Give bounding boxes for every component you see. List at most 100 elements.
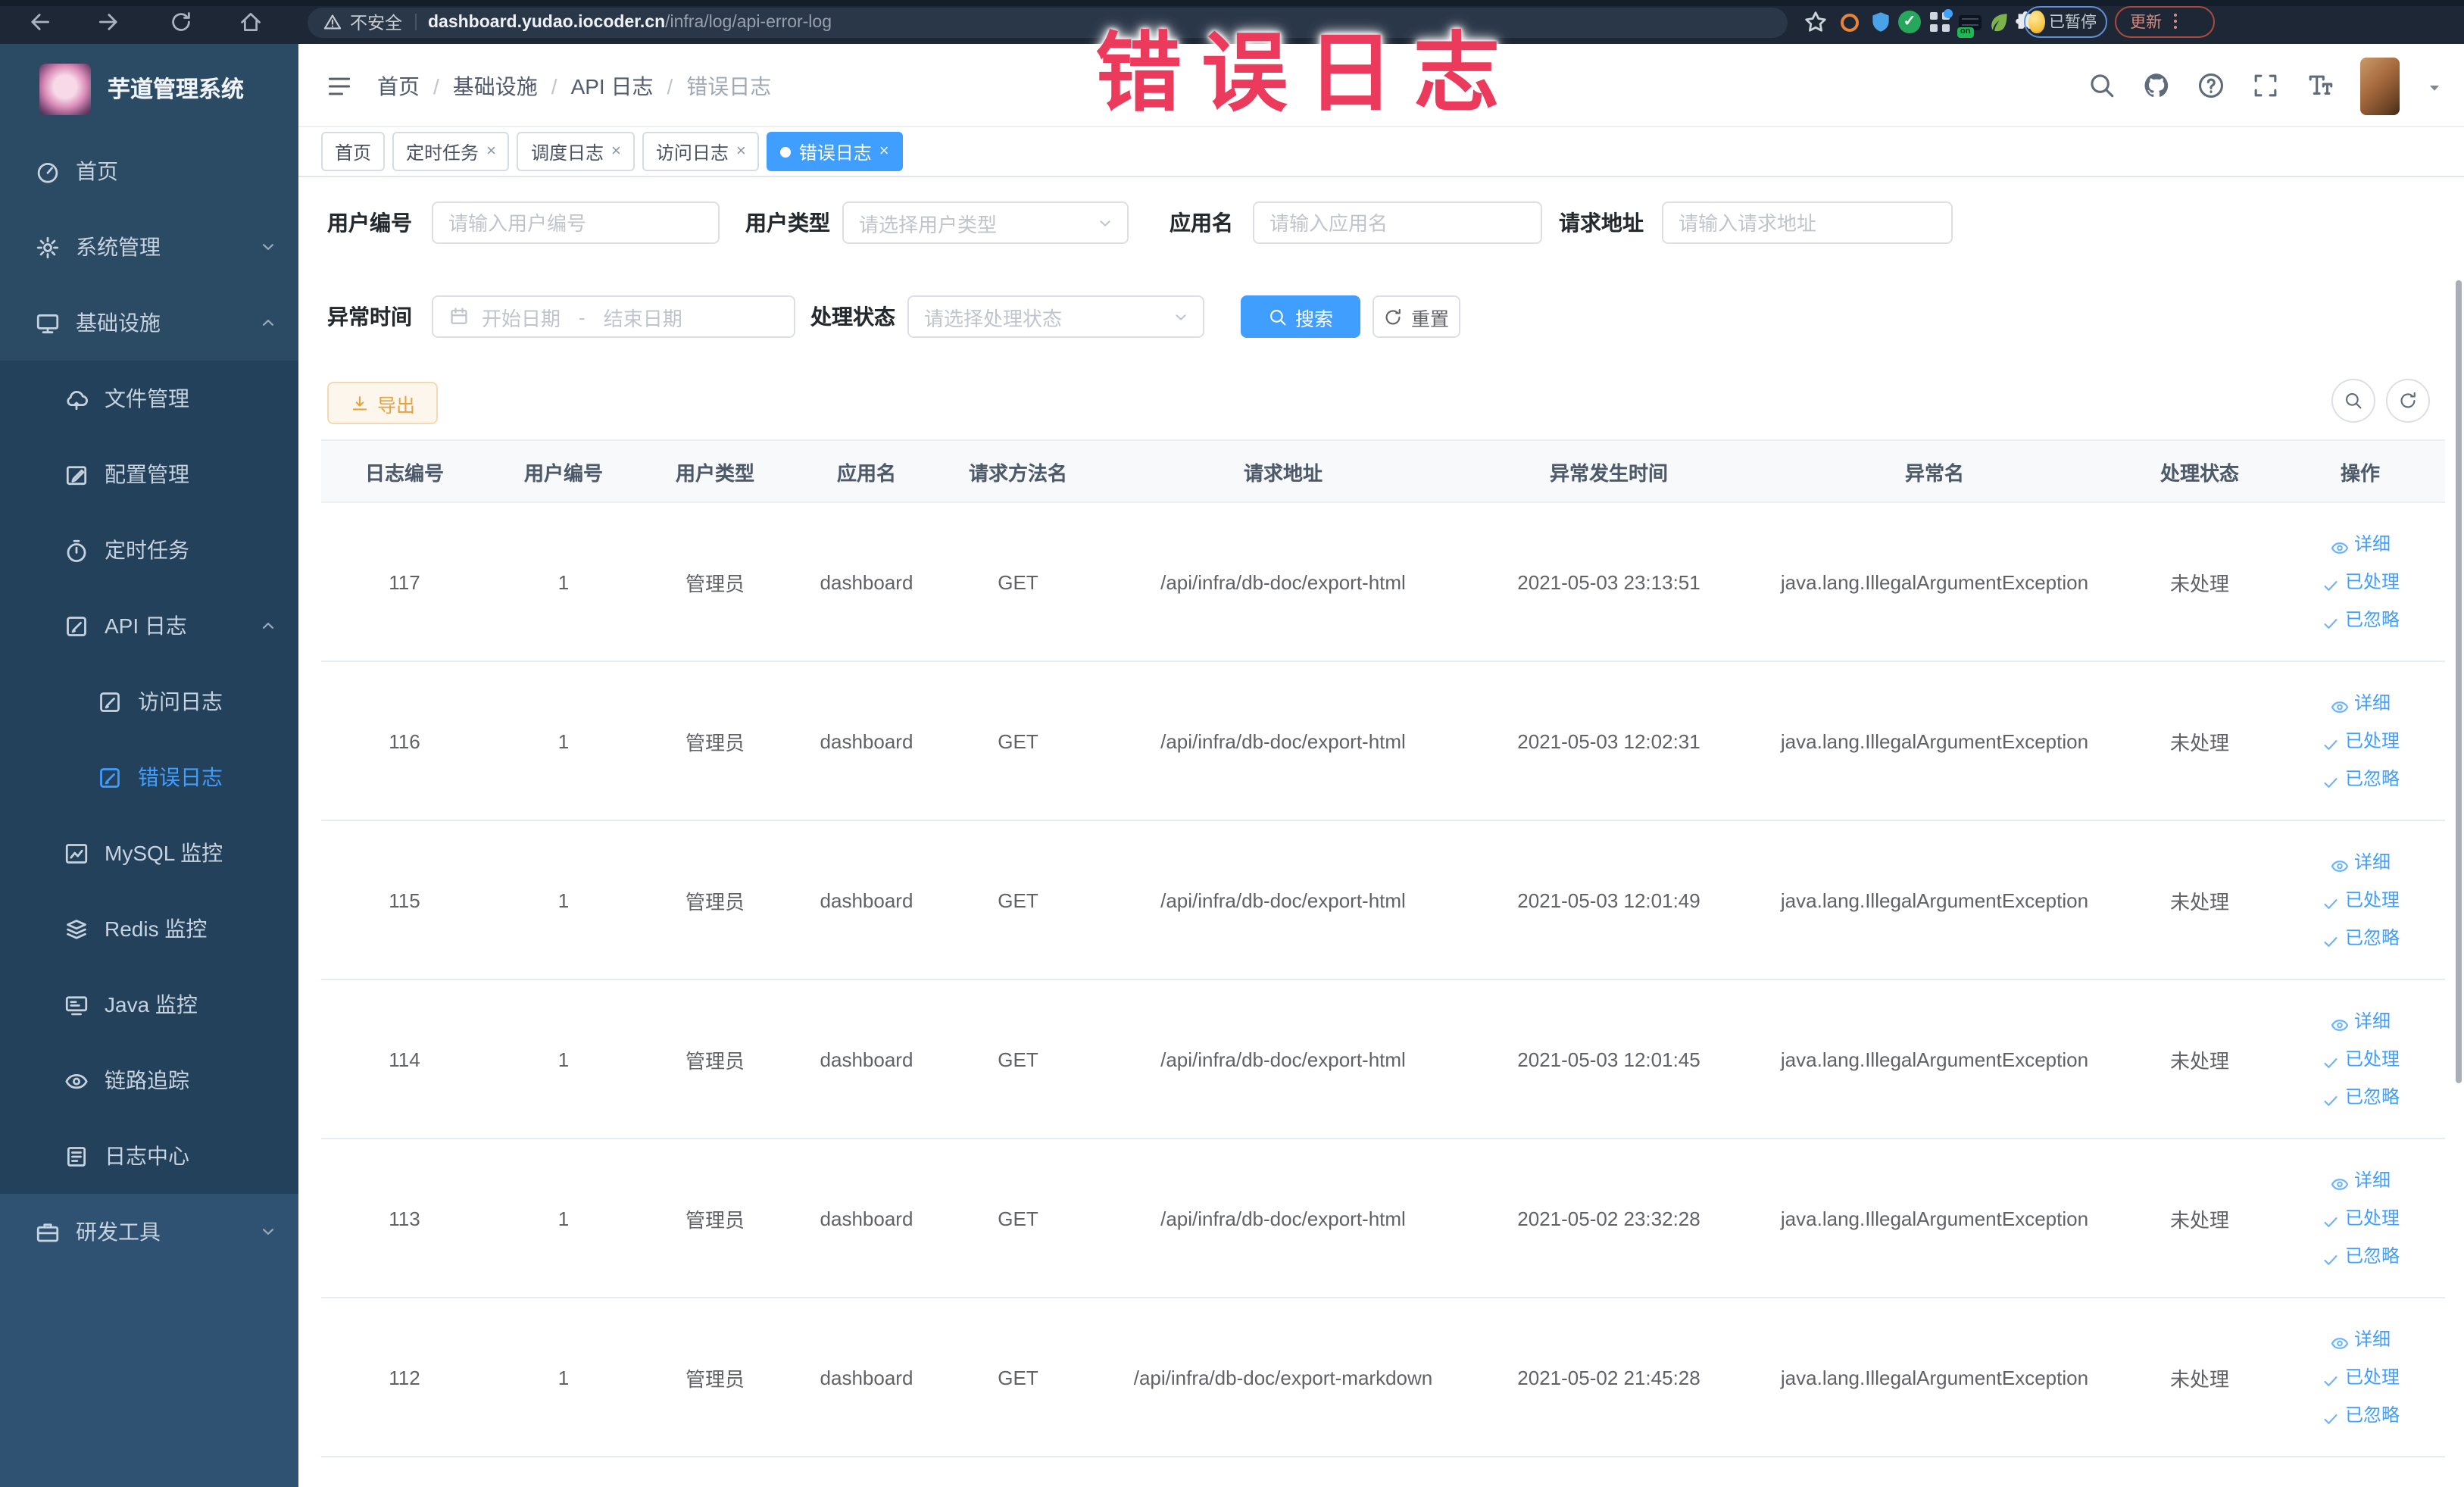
app-logo-row[interactable]: 芋道管理系统 <box>0 44 298 133</box>
table-row-114: 114 1 管理员 dashboard GET/api/infra/db-doc/exp… <box>321 980 2445 1139</box>
shield-extension-icon[interactable] <box>1868 9 1894 35</box>
action-2-link[interactable]: 已忽略 <box>2321 762 2400 795</box>
action-0-link[interactable]: 详细 <box>2330 1004 2391 1038</box>
doc-icon <box>64 613 89 639</box>
check-icon <box>2321 1087 2341 1107</box>
action-0-link[interactable]: 详细 <box>2330 1164 2391 1197</box>
sidebar-item-3[interactable]: 文件管理 <box>0 361 298 436</box>
user-type-select[interactable]: 请选择用户类型 <box>842 201 1129 244</box>
orange-extension-icon[interactable] <box>1836 9 1862 35</box>
tab-3[interactable]: 访问日志 × <box>642 132 760 171</box>
sidebar-item-14[interactable]: 研发工具 <box>0 1194 298 1270</box>
sidebar-item-8[interactable]: 错误日志 <box>0 739 298 815</box>
sidebar-item-1[interactable]: 系统管理 <box>0 209 298 285</box>
cell-actions: 详细 已处理 已忽略 <box>2275 821 2445 979</box>
help-icon[interactable] <box>2196 71 2225 100</box>
github-icon[interactable] <box>2141 71 2170 100</box>
cell-actions: 详细 已处理 已忽略 <box>2275 980 2445 1138</box>
sidebar: 芋道管理系统 首页 系统管理 基础设施 文件管理 配置管理 定时任务 API 日志 访问日志… <box>0 44 298 1487</box>
tab-label: 首页 <box>335 142 372 163</box>
action-1-link[interactable]: 已处理 <box>2321 724 2400 758</box>
bookmark-star-icon[interactable] <box>1803 9 1828 35</box>
tab-2[interactable]: 调度日志 × <box>517 132 635 171</box>
action-1-link[interactable]: 已处理 <box>2321 1201 2400 1235</box>
tab-4[interactable]: 错误日志 × <box>767 132 903 171</box>
action-0-link[interactable]: 详细 <box>2330 527 2391 561</box>
action-label: 已处理 <box>2344 1367 2400 1388</box>
close-icon[interactable]: × <box>611 142 621 161</box>
leaf-extension-icon[interactable] <box>1986 9 2012 35</box>
browser-update-button[interactable]: 更新 <box>2115 5 2215 37</box>
tab-1[interactable]: 定时任务 × <box>392 132 510 171</box>
action-0-link[interactable]: 详细 <box>2330 845 2391 879</box>
breadcrumb-separator: / <box>551 73 557 98</box>
sidebar-item-10[interactable]: Redis 监控 <box>0 891 298 967</box>
user-id-input[interactable] <box>432 201 720 244</box>
font-size-icon[interactable] <box>2305 71 2334 100</box>
breadcrumb-item-0[interactable]: 首页 <box>377 70 420 101</box>
user-avatar[interactable] <box>2359 57 2399 114</box>
green-check-extension-icon[interactable]: ✓ <box>1897 9 1922 35</box>
app-name-input[interactable] <box>1253 201 1542 244</box>
sidebar-item-11[interactable]: Java 监控 <box>0 967 298 1042</box>
reset-button[interactable]: 重置 <box>1373 295 1460 338</box>
request-url-input[interactable] <box>1662 201 1953 244</box>
cell-time: 2021-05-02 21:45:28 <box>1517 1366 1700 1389</box>
search-button[interactable]: 搜索 <box>1241 295 1360 338</box>
action-2-link[interactable]: 已忽略 <box>2321 1239 2400 1273</box>
sidebar-item-0[interactable]: 首页 <box>0 133 298 209</box>
sidebar-item-6[interactable]: API 日志 <box>0 588 298 664</box>
export-button[interactable]: 导出 <box>327 382 438 424</box>
exception-time-label: 异常时间 <box>327 305 412 329</box>
action-1-link[interactable]: 已处理 <box>2321 883 2400 917</box>
chevron-up-icon <box>258 312 279 333</box>
home-icon[interactable] <box>238 9 264 35</box>
process-status-select[interactable]: 请选择处理状态 <box>907 295 1204 338</box>
close-icon[interactable]: × <box>486 142 496 161</box>
close-icon[interactable]: × <box>736 142 746 161</box>
on-toggle-extension-icon[interactable]: on <box>1957 9 1983 37</box>
chevron-down-icon[interactable] <box>2425 77 2443 95</box>
sidebar-item-4[interactable]: 配置管理 <box>0 436 298 512</box>
action-label: 已忽略 <box>2344 768 2400 789</box>
action-2-link[interactable]: 已忽略 <box>2321 1398 2400 1432</box>
sidebar-item-label: MySQL 监控 <box>105 841 223 865</box>
cell-user_id: 1 <box>557 1366 570 1389</box>
browser-menu-icon[interactable] <box>2165 11 2186 32</box>
sidebar-item-label: Java 监控 <box>105 992 198 1017</box>
toggle-search-button[interactable] <box>2331 379 2375 423</box>
page-scrollbar[interactable] <box>2455 280 2461 1083</box>
action-0-link[interactable]: 详细 <box>2330 1323 2391 1356</box>
search-icon[interactable] <box>2087 71 2116 100</box>
action-2-link[interactable]: 已忽略 <box>2321 921 2400 954</box>
profile-paused-badge[interactable]: 已暂停 <box>2024 5 2107 37</box>
action-2-link[interactable]: 已忽略 <box>2321 1080 2400 1114</box>
close-icon[interactable]: × <box>879 142 889 161</box>
cell-exception: java.lang.IllegalArgumentException <box>1780 1048 2089 1070</box>
cell-url: /api/infra/db-doc/export-html <box>1160 570 1406 593</box>
action-1-link[interactable]: 已处理 <box>2321 1360 2400 1394</box>
address-bar[interactable]: 不安全 dashboard.yudao.iocoder.cn/infra/log… <box>308 7 1788 37</box>
action-0-link[interactable]: 详细 <box>2330 686 2391 720</box>
sidebar-item-13[interactable]: 日志中心 <box>0 1118 298 1194</box>
sidebar-item-2[interactable]: 基础设施 <box>0 285 298 361</box>
hamburger-icon[interactable] <box>326 73 353 100</box>
grid-extension-icon[interactable] <box>1927 9 1953 35</box>
sidebar-item-12[interactable]: 链路追踪 <box>0 1042 298 1118</box>
breadcrumb-item-2[interactable]: API 日志 <box>571 70 654 101</box>
action-1-link[interactable]: 已处理 <box>2321 565 2400 598</box>
tab-0[interactable]: 首页 <box>321 132 386 171</box>
cell-actions: 详细已处理已忽略 <box>2275 1298 2445 1456</box>
refresh-table-button[interactable] <box>2385 379 2429 423</box>
reload-icon[interactable] <box>168 9 194 35</box>
sidebar-item-9[interactable]: MySQL 监控 <box>0 815 298 891</box>
breadcrumb-item-1[interactable]: 基础设施 <box>453 70 538 101</box>
sidebar-item-5[interactable]: 定时任务 <box>0 512 298 588</box>
back-icon[interactable] <box>27 9 53 35</box>
fullscreen-icon[interactable] <box>2250 71 2279 100</box>
forward-icon[interactable] <box>95 9 121 35</box>
sidebar-item-7[interactable]: 访问日志 <box>0 664 298 739</box>
action-1-link[interactable]: 已处理 <box>2321 1042 2400 1076</box>
action-2-link[interactable]: 已忽略 <box>2321 603 2400 636</box>
exception-time-range[interactable]: 开始日期 - 结束日期 <box>432 295 795 338</box>
